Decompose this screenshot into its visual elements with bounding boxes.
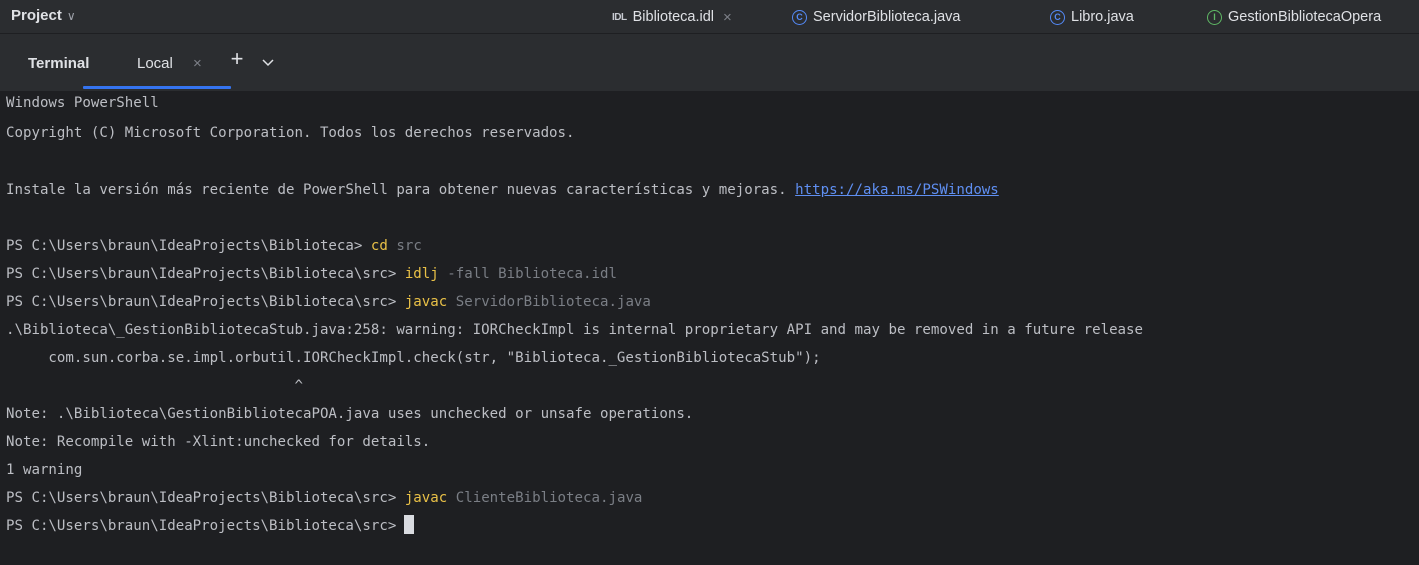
terminal-title: Terminal xyxy=(28,55,90,72)
terminal-toolbar: Terminal Local × + xyxy=(0,34,1419,91)
output-line: .\Biblioteca\_GestionBibliotecaStub.java… xyxy=(6,322,1144,338)
tab-label: ServidorBiblioteca.java xyxy=(813,9,961,25)
tab-local-label: Local xyxy=(137,55,173,72)
chevron-down-icon[interactable] xyxy=(260,54,276,70)
tab-servidorbiblioteca-java[interactable]: C ServidorBiblioteca.java xyxy=(792,0,961,34)
command: cd xyxy=(370,238,388,254)
prompt: PS C:\Users\braun\IdeaProjects\Bibliotec… xyxy=(6,266,405,282)
close-icon[interactable]: × xyxy=(193,55,202,72)
tab-label: Libro.java xyxy=(1071,9,1134,25)
command-args: ServidorBiblioteca.java xyxy=(447,294,651,310)
command-args: -fall Biblioteca.idl xyxy=(438,266,617,282)
powershell-link[interactable]: https://aka.ms/PSWindows xyxy=(795,182,999,198)
tab-libro-java[interactable]: C Libro.java xyxy=(1050,0,1134,34)
output-line: Note: .\Biblioteca\GestionBibliotecaPOA.… xyxy=(6,406,694,422)
command: javac xyxy=(404,294,448,310)
output-line: Instale la versión más reciente de Power… xyxy=(6,176,999,204)
prompt: PS C:\Users\braun\IdeaProjects\Bibliotec… xyxy=(6,490,405,506)
tab-gestionbibliotecaoperations[interactable]: I GestionBibliotecaOpera xyxy=(1207,0,1381,34)
new-terminal-tab-button[interactable]: + xyxy=(226,48,248,72)
tab-biblioteca-idl[interactable]: IDL Biblioteca.idl × xyxy=(612,0,732,34)
command-line: PS C:\Users\braun\IdeaProjects\Bibliotec… xyxy=(6,484,642,512)
java-interface-icon: I xyxy=(1207,9,1222,25)
idl-file-icon: IDL xyxy=(612,11,627,23)
command: idlj xyxy=(404,266,439,282)
java-class-icon: C xyxy=(792,9,807,25)
output-text: Instale la versión más reciente de Power… xyxy=(6,182,796,198)
command-line: PS C:\Users\braun\IdeaProjects\Bibliotec… xyxy=(6,512,415,540)
close-icon[interactable]: × xyxy=(723,9,732,26)
chevron-down-icon: ∨ xyxy=(66,9,76,23)
output-line: Note: Recompile with -Xlint:unchecked fo… xyxy=(6,434,431,450)
output-line: com.sun.corba.se.impl.orbutil.IORCheckIm… xyxy=(6,350,821,366)
output-line: Windows PowerShell xyxy=(6,95,159,111)
command-line: PS C:\Users\braun\IdeaProjects\Bibliotec… xyxy=(6,288,651,316)
command: javac xyxy=(404,490,448,506)
output-line: ^ xyxy=(6,378,303,394)
prompt: PS C:\Users\braun\IdeaProjects\Bibliotec… xyxy=(6,518,397,534)
tab-label: Biblioteca.idl xyxy=(632,9,715,25)
text-cursor[interactable] xyxy=(404,515,415,534)
command-line: PS C:\Users\braun\IdeaProjects\Bibliotec… xyxy=(6,232,422,260)
output-line: 1 warning xyxy=(6,462,83,478)
output-line: Copyright (C) Microsoft Corporation. Tod… xyxy=(6,125,575,141)
project-view-selector[interactable]: Project ∨ xyxy=(11,7,76,24)
tab-label: GestionBibliotecaOpera xyxy=(1228,9,1382,25)
java-class-icon: C xyxy=(1050,9,1065,25)
prompt: PS C:\Users\braun\IdeaProjects\Bibliotec… xyxy=(6,294,405,310)
command-line: PS C:\Users\braun\IdeaProjects\Bibliotec… xyxy=(6,260,617,288)
editor-tab-bar: Project ∨ IDL Biblioteca.idl × C Servidor… xyxy=(0,0,1419,34)
project-label: Project xyxy=(11,7,62,24)
command-args: src xyxy=(387,238,422,254)
prompt: PS C:\Users\braun\IdeaProjects\Bibliotec… xyxy=(6,238,371,254)
tab-local[interactable]: Local × xyxy=(123,34,233,91)
terminal-output[interactable]: Windows PowerShell Copyright (C) Microso… xyxy=(0,91,1419,565)
command-args: ClienteBiblioteca.java xyxy=(447,490,643,506)
